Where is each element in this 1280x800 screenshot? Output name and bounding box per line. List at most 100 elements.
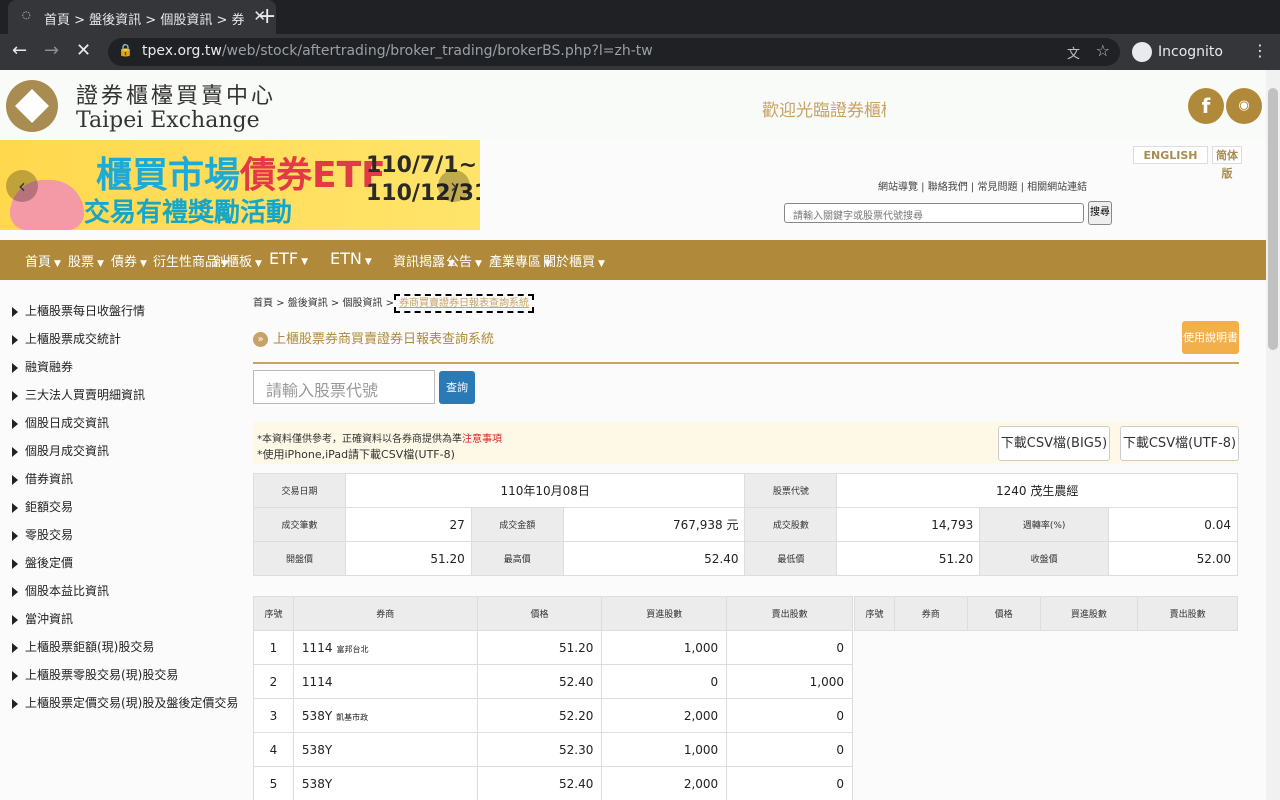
col-header[interactable]: 買進股數 [601,596,728,631]
download-csv-big5-button[interactable]: 下載CSV檔(BIG5) [998,426,1110,461]
nav-item-etn[interactable]: ETN ▼ [330,249,372,268]
cell-buy: 2,000 [601,766,728,800]
expand-arrow-icon [12,642,18,653]
tpex-logo-icon[interactable] [6,80,58,132]
summary-value: 52.40 [562,541,746,576]
nav-item-gisa[interactable]: 創櫃板 ▼ [213,251,262,270]
download-csv-utf8-button[interactable]: 下載CSV檔(UTF-8) [1120,426,1239,461]
sidebar-item[interactable]: 上櫃股票鉅額(現)股交易 [12,638,154,655]
sidebar-item[interactable]: 三大法人買賣明細資訊 [12,386,145,403]
col-header[interactable]: 序號 [854,596,895,631]
sidebar-item[interactable]: 上櫃股票零股交易(現)股交易 [12,666,178,683]
cell-price: 52.40 [476,664,603,699]
nav-item-about[interactable]: 關於櫃買 ▼ [543,251,605,270]
sidebar-item[interactable]: 上櫃股票每日收盤行情 [12,302,145,319]
logo-chinese[interactable]: 證券櫃檯買賣中心 [76,78,276,110]
nav-item-bonds[interactable]: 債券 ▼ [111,251,147,270]
col-header[interactable]: 賣出股數 [726,596,853,631]
new-tab-icon[interactable]: + [258,4,276,29]
col-header[interactable]: 價格 [966,596,1041,631]
chevron-down-icon: ▼ [140,259,147,269]
user-manual-button[interactable]: 使用說明書 [1182,321,1239,354]
col-header[interactable]: 券商 [893,596,968,631]
trades-table-left: 序號 券商 價格 買進股數 賣出股數 1 1114 富邦台北 51.20 1,00… [253,596,853,800]
col-header[interactable]: 買進股數 [1039,596,1139,631]
browser-menu-icon[interactable]: ⋮ [1252,41,1268,60]
translate-icon[interactable]: 文 [1067,43,1080,62]
summary-label: 週轉率(%) [979,507,1110,542]
table-row: 5 538Y 52.40 2,000 0 [253,766,853,800]
expand-arrow-icon [12,306,18,317]
banner-subtitle: 交易有禮獎勵活動 [84,198,293,228]
rss-icon[interactable]: ◉ [1226,88,1262,124]
sidebar-item[interactable]: 上櫃股票成交統計 [12,330,121,347]
bookmark-star-icon[interactable]: ☆ [1096,41,1110,60]
table-row: 1 1114 富邦台北 51.20 1,000 0 [253,630,853,665]
expand-arrow-icon [12,390,18,401]
breadcrumb-home[interactable]: 首頁 [253,298,273,309]
summary-label: 最高價 [470,541,564,576]
summary-table: 交易日期 110年10月08日 股票代號 1240 茂生農經 成交筆數 27 成… [253,473,1238,576]
expand-arrow-icon [12,502,18,513]
lock-icon: 🔒 [118,43,133,57]
breadcrumb-after-trading[interactable]: 盤後資訊 [288,298,328,309]
breadcrumb-stock-info[interactable]: 個股資訊 [343,298,383,309]
cell-price: 51.20 [476,630,603,665]
loading-icon: ◌ [22,10,31,21]
col-header[interactable]: 價格 [476,596,603,631]
stock-code-input[interactable]: 請輸入股票代號 [253,370,435,404]
sidebar-item[interactable]: 盤後定價 [12,554,73,571]
arrow-circle-icon: » [253,332,268,347]
sidebar-item[interactable]: 個股日成交資訊 [12,414,109,431]
nav-item-announcements[interactable]: 公告 ▼ [446,251,482,270]
summary-value: 52.00 [1108,541,1238,576]
sidebar-item[interactable]: 零股交易 [12,526,73,543]
sidebar-item[interactable]: 借券資訊 [12,470,73,487]
simplified-chinese-button[interactable]: 简体版 [1212,146,1242,180]
back-icon[interactable]: ← [12,40,27,61]
facebook-icon[interactable]: f [1188,88,1224,124]
promo-banner[interactable]: 櫃買市場債券ETF 交易有禮獎勵活動 110/7/1~ 110/12/31 ‹ › [0,140,480,230]
table-row: 2 1114 52.40 0 1,000 [253,664,853,699]
trades-table-right: 序號 券商 價格 買進股數 賣出股數 [854,596,1238,631]
cell-buy: 1,000 [601,630,728,665]
top-links[interactable]: 網站導覽 | 聯絡我們 | 常見問題 | 相關網站連結 [878,178,1087,193]
page-scrollbar[interactable] [1266,70,1280,800]
site-search-button[interactable]: 搜尋 [1088,201,1112,225]
sidebar-item[interactable]: 鉅額交易 [12,498,73,515]
nav-item-home[interactable]: 首頁 ▼ [25,251,61,270]
incognito-indicator[interactable]: Incognito [1132,42,1223,62]
banner-title-a: 櫃買市場 [96,155,241,196]
logo-english[interactable]: Taipei Exchange [76,108,260,133]
sidebar-item[interactable]: 上櫃股票定價交易(現)股及盤後定價交易 [12,694,238,711]
col-header[interactable]: 券商 [292,596,478,631]
col-header[interactable]: 賣出股數 [1137,596,1238,631]
expand-arrow-icon [12,698,18,709]
sidebar-item[interactable]: 個股月成交資訊 [12,442,109,459]
nav-item-stocks[interactable]: 股票 ▼ [68,251,104,270]
site-search-input[interactable]: 請輸入關鍵字或股票代號搜尋 [784,203,1084,223]
cell-broker: 538Y 凱基市政 [292,698,478,733]
stop-icon[interactable]: ✕ [76,40,91,61]
col-header[interactable]: 序號 [253,596,294,631]
nav-item-industry[interactable]: 產業專區 ▼ [489,251,551,270]
summary-value: 14,793 [836,507,981,542]
query-button[interactable]: 查詢 [439,371,475,404]
browser-tab[interactable]: ◌ 首頁 > 盤後資訊 > 個股資訊 > 券商買賣證券日報表 ✕ [8,0,276,34]
scrollbar-thumb[interactable] [1268,88,1278,350]
chevron-down-icon: ▼ [255,259,262,269]
expand-arrow-icon [12,334,18,345]
sidebar-item[interactable]: 當沖資訊 [12,610,73,627]
breadcrumb-current[interactable]: 券商買賣證券日報表查詢系統 [394,294,535,313]
banner-prev-icon[interactable]: ‹ [6,170,38,202]
sidebar-item[interactable]: 個股本益比資訊 [12,582,109,599]
english-button[interactable]: ENGLISH [1133,146,1208,164]
banner-next-icon[interactable]: › [438,170,470,202]
nav-item-etf[interactable]: ETF ▼ [269,249,308,268]
sidebar-item[interactable]: 融資融券 [12,358,73,375]
cell-seq: 1 [253,630,294,665]
address-bar[interactable]: 🔒 tpex.org.tw/web/stock/aftertrading/bro… [108,38,1120,66]
forward-icon[interactable]: → [44,40,59,61]
notice-link[interactable]: 注意事項 [462,434,502,445]
date-value: 110年10月08日 [344,473,746,508]
